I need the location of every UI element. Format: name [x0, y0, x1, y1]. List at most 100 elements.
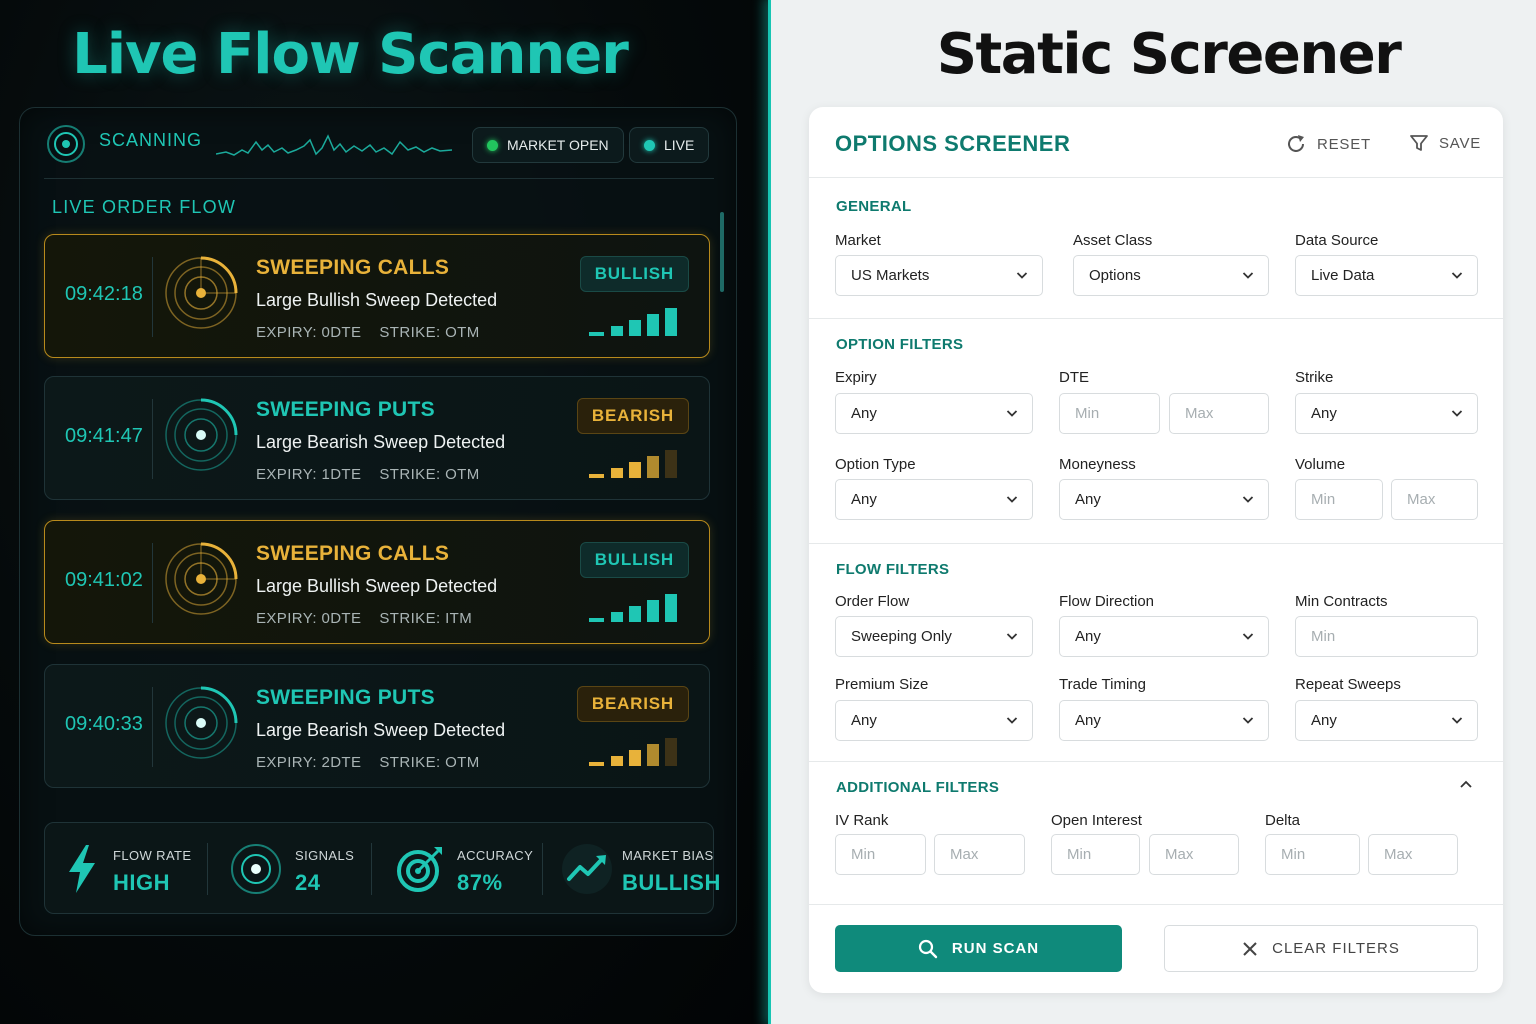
open-interest-min-input[interactable]: Min: [1051, 834, 1140, 875]
flow-title: SWEEPING PUTS: [256, 398, 435, 421]
stat-flow-rate: FLOW RATE HIGH: [45, 823, 207, 915]
section-divider: [809, 318, 1503, 319]
reset-label: RESET: [1317, 135, 1372, 153]
stat-signals: SIGNALS 24: [208, 823, 371, 915]
scanning-status: SCANNING: [99, 130, 203, 150]
trade-timing-select[interactable]: Any: [1059, 700, 1269, 741]
chevron-down-icon: [1006, 496, 1018, 503]
stats-bar: FLOW RATE HIGH SIGNALS 24 ACCURACY 87% M…: [44, 822, 720, 915]
section-divider: [809, 543, 1503, 544]
market-status-dot: [487, 139, 498, 151]
expiry-select[interactable]: Any: [835, 393, 1033, 434]
panel-title: OPTIONS SCREENER: [835, 131, 1071, 156]
left-heading: Live Flow Scanner: [72, 22, 629, 87]
flow-card[interactable]: 09:41:02 SWEEPING CALLS Large Bullish Sw…: [44, 520, 710, 644]
option-type-label: Option Type: [835, 456, 916, 473]
activity-waveform: [216, 134, 452, 156]
signal-strength-icon: [589, 594, 677, 622]
data-source-value: Live Data: [1311, 267, 1375, 284]
flow-strike: STRIKE: OTM: [379, 324, 480, 341]
option-type-select[interactable]: Any: [835, 479, 1033, 520]
iv-rank-max-input[interactable]: Max: [934, 834, 1025, 875]
premium-size-value: Any: [851, 712, 877, 729]
moneyness-select[interactable]: Any: [1059, 479, 1269, 520]
target-icon: [397, 847, 442, 892]
section-option-filters: OPTION FILTERS: [836, 336, 964, 353]
iv-rank-min-input[interactable]: Min: [835, 834, 926, 875]
radar-icon: [165, 542, 238, 615]
chevron-down-icon: [1451, 717, 1463, 724]
live-label: LIVE: [664, 137, 695, 153]
section-flow-filters: FLOW FILTERS: [836, 561, 950, 578]
card-divider: [152, 543, 153, 623]
premium-size-select[interactable]: Any: [835, 700, 1033, 741]
run-scan-button[interactable]: RUN SCAN: [835, 925, 1122, 972]
delta-min-input[interactable]: Min: [1265, 834, 1360, 875]
flow-direction-label: Flow Direction: [1059, 593, 1155, 610]
flow-description: Large Bearish Sweep Detected: [256, 720, 506, 740]
flow-scrollbar[interactable]: [720, 212, 724, 292]
strike-select[interactable]: Any: [1295, 393, 1478, 434]
data-source-select[interactable]: Live Data: [1295, 255, 1478, 296]
delta-max-input[interactable]: Max: [1368, 834, 1458, 875]
market-open-pill: MARKET OPEN: [472, 127, 624, 163]
chevron-down-icon: [1006, 633, 1018, 640]
chevron-up-icon[interactable]: [1459, 779, 1473, 789]
save-button[interactable]: SAVE: [1409, 133, 1481, 153]
radar-icon: [47, 125, 85, 163]
reset-button[interactable]: RESET: [1285, 133, 1371, 155]
chevron-down-icon: [1242, 496, 1254, 503]
live-status-dot: [644, 139, 655, 151]
stat-value: 87%: [457, 870, 503, 895]
trend-up-icon: [562, 844, 612, 894]
stat-label: ACCURACY: [457, 848, 534, 863]
asset-class-select[interactable]: Options: [1073, 255, 1269, 296]
live-flow-scanner-side: Live Flow Scanner SCANNING MARKET OPEN L…: [0, 0, 772, 1024]
flow-strike: STRIKE: ITM: [379, 610, 473, 627]
card-divider: [152, 687, 153, 767]
signal-strength-icon: [589, 738, 677, 766]
strike-label: Strike: [1295, 369, 1334, 386]
flow-title: SWEEPING PUTS: [256, 686, 435, 709]
flow-card[interactable]: 09:40:33 SWEEPING PUTS Large Bearish Swe…: [44, 664, 710, 788]
dte-label: DTE: [1059, 369, 1089, 386]
expiry-label: Expiry: [835, 369, 877, 386]
flow-description: Large Bullish Sweep Detected: [256, 290, 498, 310]
flow-meta: EXPIRY: 0DTE STRIKE: OTM: [256, 324, 480, 341]
filter-icon: [1410, 135, 1428, 151]
section-general: GENERAL: [836, 198, 912, 215]
chevron-down-icon: [1006, 410, 1018, 417]
dte-min-input[interactable]: Min: [1059, 393, 1160, 434]
min-contracts-input[interactable]: Min: [1295, 616, 1478, 657]
flow-expiry: EXPIRY: 1DTE: [256, 466, 362, 483]
chevron-down-icon: [1451, 410, 1463, 417]
chevron-down-icon: [1242, 272, 1254, 279]
flow-title: SWEEPING CALLS: [256, 542, 450, 565]
live-order-flow-heading: LIVE ORDER FLOW: [52, 197, 237, 217]
flow-card[interactable]: 09:41:47 SWEEPING PUTS Large Bearish Swe…: [44, 376, 710, 500]
clear-filters-button[interactable]: CLEAR FILTERS: [1164, 925, 1478, 972]
trade-timing-label: Trade Timing: [1059, 676, 1146, 693]
footer-divider: [809, 904, 1503, 905]
chevron-down-icon: [1242, 717, 1254, 724]
dte-max-input[interactable]: Max: [1169, 393, 1269, 434]
sentiment-badge: BULLISH: [579, 542, 689, 578]
stat-market-bias: MARKET BIAS BULLISH: [543, 823, 720, 915]
volume-min-input[interactable]: Min: [1295, 479, 1383, 520]
order-flow-select[interactable]: Sweeping Only: [835, 616, 1033, 657]
volume-label: Volume: [1295, 456, 1346, 473]
volume-max-input[interactable]: Max: [1391, 479, 1478, 520]
stat-value: HIGH: [113, 870, 170, 895]
flow-card[interactable]: 09:42:18 SWEEPING CALLS Large Bullish Sw…: [44, 234, 710, 358]
open-interest-max-input[interactable]: Max: [1149, 834, 1239, 875]
lightning-icon: [69, 845, 95, 893]
flow-time: 09:42:18: [65, 283, 143, 305]
flow-expiry: EXPIRY: 0DTE: [256, 610, 362, 627]
flow-meta: EXPIRY: 1DTE STRIKE: OTM: [256, 466, 480, 483]
chevron-down-icon: [1242, 633, 1254, 640]
live-pill[interactable]: LIVE: [629, 127, 710, 163]
market-select[interactable]: US Markets: [835, 255, 1043, 296]
order-flow-value: Sweeping Only: [851, 628, 952, 645]
repeat-sweeps-select[interactable]: Any: [1295, 700, 1478, 741]
flow-direction-select[interactable]: Any: [1059, 616, 1269, 657]
